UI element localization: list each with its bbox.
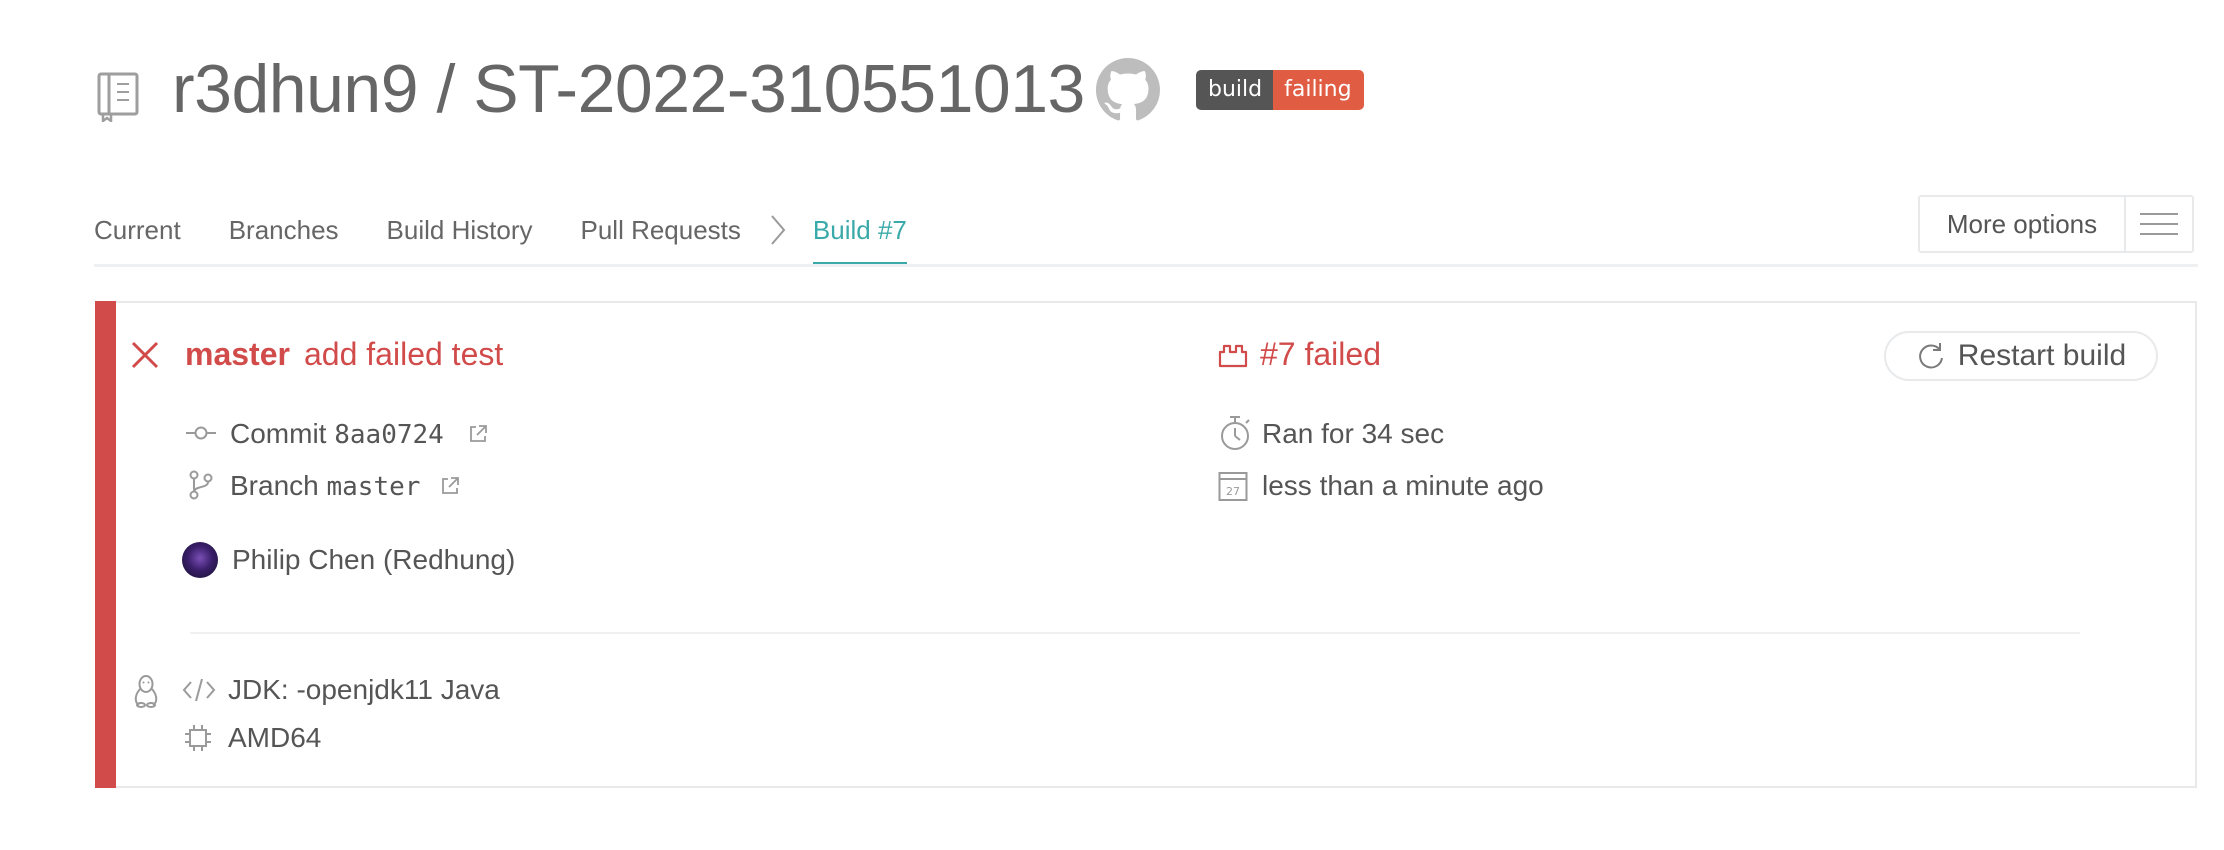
job-arch: AMD64 [228, 722, 322, 753]
tab-build-history[interactable]: Build History [387, 200, 533, 260]
badge-status: failing [1273, 70, 1364, 110]
chevron-right-icon [771, 215, 786, 245]
build-branch-name[interactable]: master [185, 332, 290, 376]
failed-x-icon [131, 341, 159, 369]
tab-branches[interactable]: Branches [229, 200, 339, 260]
card-divider [190, 632, 2080, 634]
tab-current[interactable]: Current [94, 200, 181, 260]
restart-build-button[interactable]: Restart build [1884, 331, 2158, 381]
github-icon[interactable] [1096, 58, 1160, 122]
author-name: Philip Chen (Redhung) [232, 544, 516, 575]
commit-row[interactable]: Commit 8aa0724 [230, 414, 444, 455]
tab-pull-requests[interactable]: Pull Requests [580, 200, 740, 260]
badge-label: build [1196, 70, 1274, 110]
build-number-status[interactable]: #7 failed [1260, 332, 1381, 376]
restart-build-label: Restart build [1957, 339, 2127, 372]
build-duration: Ran for 34 sec [1262, 418, 1445, 449]
restart-icon [1918, 343, 1943, 369]
build-commit-message: add failed test [304, 336, 504, 372]
commit-icon [186, 426, 216, 440]
linux-icon [134, 675, 158, 708]
branch-row[interactable]: Branch master [230, 466, 420, 507]
repo-book-icon [97, 72, 139, 122]
more-options-button[interactable]: More options [1918, 195, 2194, 253]
build-number-icon [1218, 344, 1248, 368]
branch-label: Branch [230, 470, 319, 501]
branch-icon [189, 470, 213, 500]
tabs-divider [94, 264, 2198, 267]
stopwatch-icon [1221, 416, 1250, 450]
cpu-arch-icon [185, 725, 211, 751]
more-options-label: More options [1946, 209, 2098, 239]
job-language: JDK: -openjdk11 Java [228, 674, 500, 705]
author-avatar [182, 542, 218, 578]
calendar-icon: 27 [1218, 472, 1248, 501]
commit-sha[interactable]: 8aa0724 [334, 420, 444, 450]
hamburger-icon[interactable] [2124, 197, 2192, 251]
code-icon [182, 678, 216, 702]
external-link-icon[interactable] [440, 476, 460, 496]
repo-name[interactable]: ST-2022-310551013 [473, 51, 1085, 127]
commit-label: Commit [230, 418, 327, 449]
repo-separator: / [436, 51, 455, 127]
tab-build-7[interactable]: Build #7 [812, 200, 907, 266]
repo-title[interactable]: r3dhun9 / ST-2022-310551013 [172, 44, 1085, 134]
repo-owner[interactable]: r3dhun9 [172, 51, 419, 127]
build-finished-time: less than a minute ago [1262, 470, 1544, 501]
repo-tabs: Current Branches Build History Pull Requ… [94, 200, 907, 266]
build-status-badge[interactable]: build failing [1196, 70, 1364, 110]
external-link-icon[interactable] [468, 424, 488, 444]
svg-text:27: 27 [1226, 485, 1240, 498]
branch-value[interactable]: master [327, 472, 421, 502]
build-status-stripe [95, 301, 116, 788]
